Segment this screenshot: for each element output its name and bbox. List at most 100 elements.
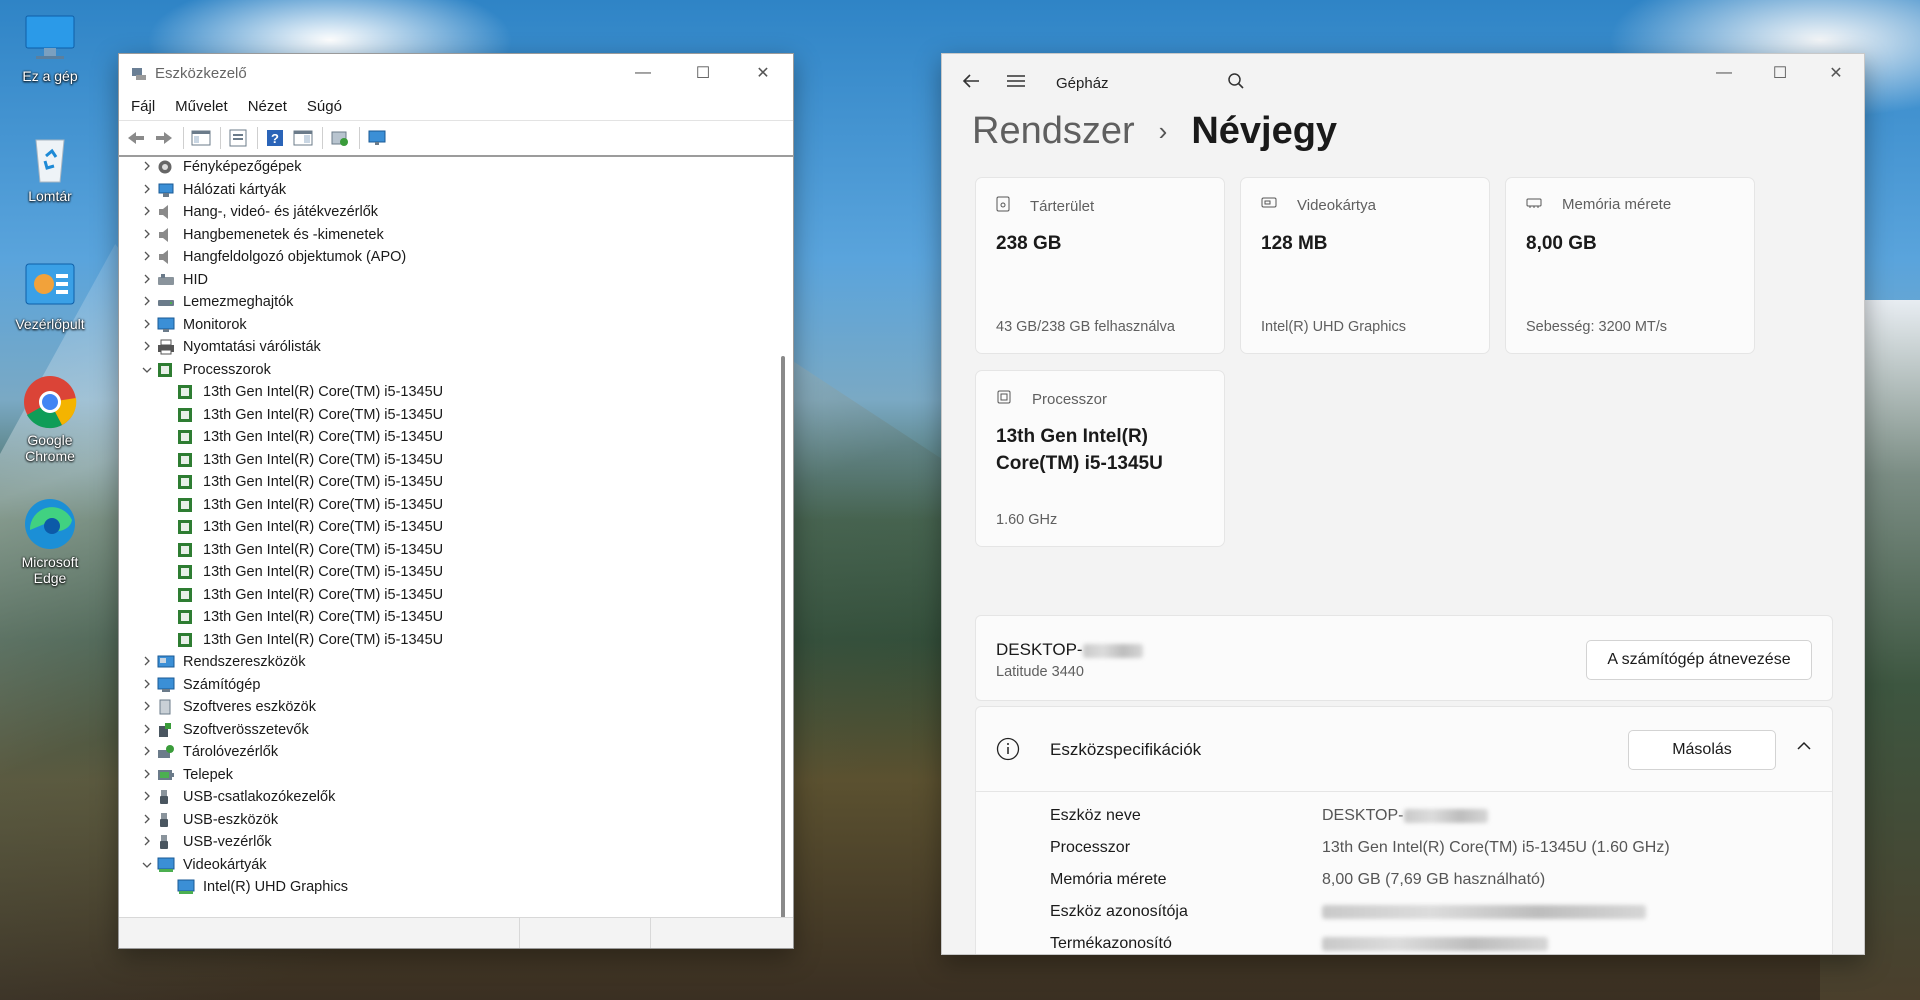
- chevron-right-icon[interactable]: [137, 318, 157, 332]
- help-icon[interactable]: ?: [264, 127, 286, 149]
- menu-help[interactable]: Súgó: [307, 98, 342, 115]
- minimize-button[interactable]: —: [1696, 54, 1752, 92]
- menu-view[interactable]: Nézet: [248, 98, 287, 115]
- chevron-right-icon[interactable]: [137, 183, 157, 197]
- gpu-card[interactable]: Videokártya 128 MB Intel(R) UHD Graphics: [1240, 177, 1490, 354]
- tree-category[interactable]: HID: [119, 269, 769, 292]
- maximize-button[interactable]: ☐: [1752, 54, 1808, 92]
- update-driver-icon[interactable]: [329, 127, 351, 149]
- chevron-right-icon[interactable]: [137, 250, 157, 264]
- desktop-icon-edge[interactable]: Microsoft Edge: [10, 496, 90, 586]
- status-bar: [119, 917, 793, 948]
- menu-action[interactable]: Művelet: [175, 98, 228, 115]
- app-name: Gépház: [1056, 74, 1109, 92]
- tree-device[interactable]: 13th Gen Intel(R) Core(TM) i5-1345U: [119, 629, 769, 652]
- chevron-right-icon[interactable]: [137, 340, 157, 354]
- tree-device[interactable]: Intel(R) UHD Graphics: [119, 876, 769, 899]
- tree-label: 13th Gen Intel(R) Core(TM) i5-1345U: [203, 519, 444, 536]
- chevron-right-icon[interactable]: [137, 790, 157, 804]
- usb-icon: [157, 812, 175, 828]
- spec-key: Eszköz azonosítója: [1050, 903, 1188, 920]
- back-arrow-icon[interactable]: [125, 127, 147, 149]
- chevron-up-icon[interactable]: [1796, 739, 1812, 756]
- tree-device[interactable]: 13th Gen Intel(R) Core(TM) i5-1345U: [119, 404, 769, 427]
- memory-card[interactable]: Memória mérete 8,00 GB Sebesség: 3200 MT…: [1505, 177, 1755, 354]
- storage-card[interactable]: Tárterület 238 GB 43 GB/238 GB felhaszná…: [975, 177, 1225, 354]
- tree-category[interactable]: Szoftverösszetevők: [119, 719, 769, 742]
- tree-device[interactable]: 13th Gen Intel(R) Core(TM) i5-1345U: [119, 606, 769, 629]
- desktop-icon-label: Microsoft Edge: [21, 554, 79, 586]
- search-icon[interactable]: [1227, 72, 1245, 94]
- chevron-down-icon[interactable]: [137, 363, 157, 377]
- action-pane-icon[interactable]: [292, 127, 314, 149]
- hamburger-menu-icon[interactable]: [1006, 72, 1028, 95]
- speaker-icon: [157, 227, 175, 243]
- scrollbar-thumb[interactable]: [781, 356, 785, 946]
- desktop-icon-this-pc[interactable]: Ez a gép: [10, 10, 90, 84]
- desktop-icon-recycle-bin[interactable]: Lomtár: [10, 130, 90, 204]
- tree-category[interactable]: Rendszereszközök: [119, 651, 769, 674]
- forward-arrow-icon[interactable]: [153, 127, 175, 149]
- desktop-icon-control-panel[interactable]: Vezérlőpult: [10, 258, 90, 332]
- processor-card[interactable]: Processzor 13th Gen Intel(R) Core(TM) i5…: [975, 370, 1225, 547]
- tree-category[interactable]: Nyomtatási várólisták: [119, 336, 769, 359]
- chevron-right-icon[interactable]: [137, 678, 157, 692]
- tree-category[interactable]: Videokártyák: [119, 854, 769, 877]
- chevron-right-icon[interactable]: [137, 655, 157, 669]
- tree-scrollbar[interactable]: [781, 162, 785, 946]
- tree-device[interactable]: 13th Gen Intel(R) Core(TM) i5-1345U: [119, 471, 769, 494]
- specs-header[interactable]: Eszközspecifikációk Másolás: [976, 707, 1832, 792]
- tree-category[interactable]: Hálózati kártyák: [119, 179, 769, 202]
- properties-icon[interactable]: [227, 127, 249, 149]
- settings-titlebar[interactable]: Gépház — ☐ ✕: [942, 54, 1864, 112]
- chevron-right-icon[interactable]: [137, 768, 157, 782]
- menu-file[interactable]: Fájl: [131, 98, 155, 115]
- chevron-right-icon[interactable]: [137, 273, 157, 287]
- chevron-right-icon[interactable]: [137, 160, 157, 174]
- tree-category[interactable]: USB-csatlakozókezelők: [119, 786, 769, 809]
- tree-label: 13th Gen Intel(R) Core(TM) i5-1345U: [203, 474, 444, 491]
- tree-device[interactable]: 13th Gen Intel(R) Core(TM) i5-1345U: [119, 494, 769, 517]
- scan-hardware-icon[interactable]: [366, 127, 388, 149]
- tree-device[interactable]: 13th Gen Intel(R) Core(TM) i5-1345U: [119, 426, 769, 449]
- tree-category[interactable]: Hang-, videó- és játékvezérlők: [119, 201, 769, 224]
- tree-category[interactable]: Telepek: [119, 764, 769, 787]
- maximize-button[interactable]: ☐: [673, 54, 733, 92]
- back-arrow-icon[interactable]: [962, 72, 984, 95]
- tree-category[interactable]: Hangfeldolgozó objektumok (APO): [119, 246, 769, 269]
- close-button[interactable]: ✕: [733, 54, 793, 92]
- tree-category[interactable]: Monitorok: [119, 314, 769, 337]
- tree-category[interactable]: USB-eszközök: [119, 809, 769, 832]
- chevron-right-icon[interactable]: [137, 700, 157, 714]
- tree-category[interactable]: Számítógép: [119, 674, 769, 697]
- close-button[interactable]: ✕: [1808, 54, 1864, 92]
- tree-category[interactable]: Tárolóvezérlők: [119, 741, 769, 764]
- tree-device[interactable]: 13th Gen Intel(R) Core(TM) i5-1345U: [119, 449, 769, 472]
- device-manager-titlebar[interactable]: Eszközkezelő — ☐ ✕: [119, 54, 793, 92]
- chevron-right-icon[interactable]: [137, 228, 157, 242]
- tree-category[interactable]: Szoftveres eszközök: [119, 696, 769, 719]
- rename-pc-button[interactable]: A számítógép átnevezése: [1586, 640, 1812, 680]
- tree-category[interactable]: USB-vezérlők: [119, 831, 769, 854]
- tree-device[interactable]: 13th Gen Intel(R) Core(TM) i5-1345U: [119, 381, 769, 404]
- chevron-right-icon[interactable]: [137, 205, 157, 219]
- chevron-right-icon[interactable]: [137, 813, 157, 827]
- chevron-right-icon[interactable]: [137, 723, 157, 737]
- desktop-icon-chrome[interactable]: Google Chrome: [10, 374, 90, 464]
- tree-device[interactable]: 13th Gen Intel(R) Core(TM) i5-1345U: [119, 561, 769, 584]
- tree-device[interactable]: 13th Gen Intel(R) Core(TM) i5-1345U: [119, 584, 769, 607]
- minimize-button[interactable]: —: [613, 54, 673, 92]
- chevron-right-icon[interactable]: [137, 745, 157, 759]
- chevron-right-icon[interactable]: [137, 835, 157, 849]
- copy-button[interactable]: Másolás: [1628, 730, 1776, 770]
- show-hide-tree-icon[interactable]: [190, 127, 212, 149]
- tree-device[interactable]: 13th Gen Intel(R) Core(TM) i5-1345U: [119, 539, 769, 562]
- tree-device[interactable]: 13th Gen Intel(R) Core(TM) i5-1345U: [119, 516, 769, 539]
- tree-category[interactable]: Processzorok: [119, 359, 769, 382]
- chevron-right-icon[interactable]: [137, 295, 157, 309]
- chevron-down-icon[interactable]: [137, 858, 157, 872]
- tree-category[interactable]: Hangbemenetek és -kimenetek: [119, 224, 769, 247]
- tree-category[interactable]: Lemezmeghajtók: [119, 291, 769, 314]
- tree-category[interactable]: Fényképezőgépek: [119, 156, 769, 179]
- breadcrumb-parent[interactable]: Rendszer: [972, 110, 1135, 153]
